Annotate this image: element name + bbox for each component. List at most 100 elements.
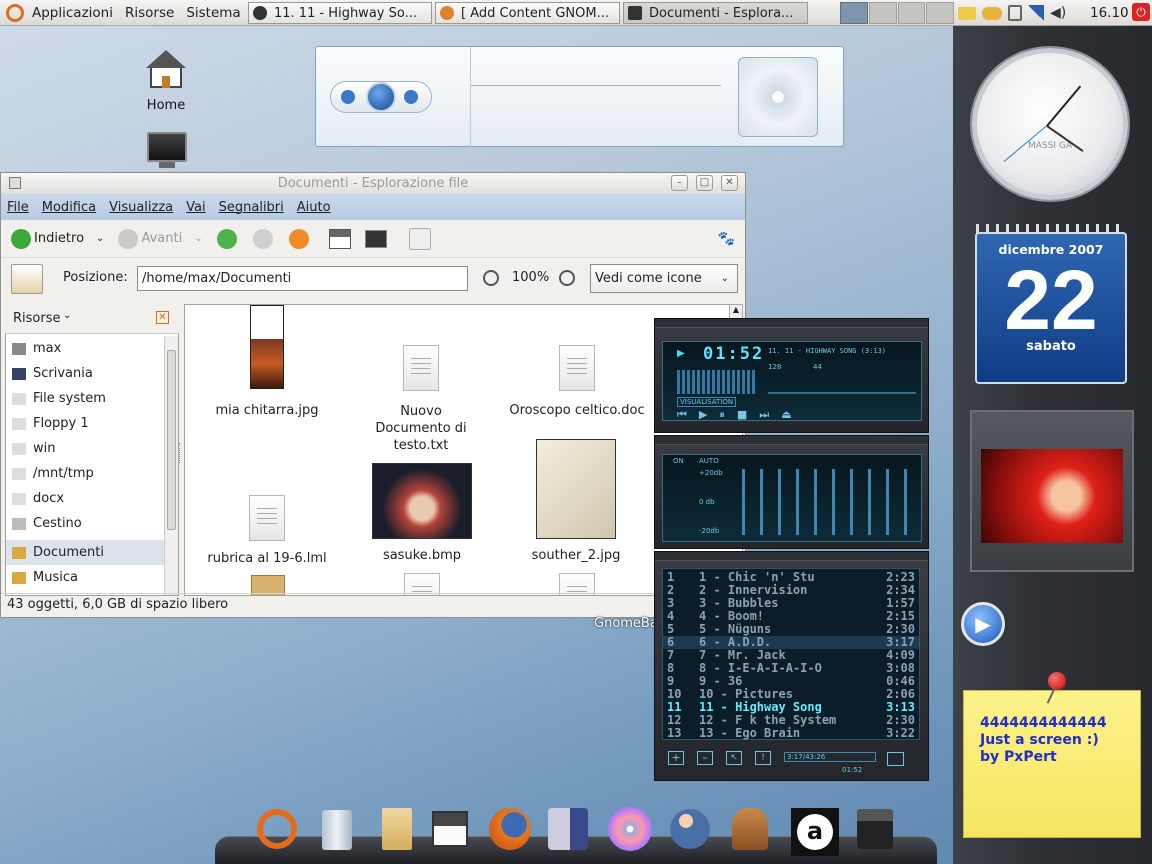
sidebar-item-floppy[interactable]: Floppy 1 bbox=[6, 411, 178, 436]
media-player-icon[interactable] bbox=[546, 806, 592, 852]
window-menu-icon[interactable] bbox=[9, 177, 21, 189]
menu-applications[interactable]: Applicazioni bbox=[26, 5, 119, 21]
maximize-button[interactable]: □ bbox=[696, 175, 713, 191]
stop-icon[interactable]: ■ bbox=[737, 408, 747, 422]
location-input[interactable]: /home/max/Documenti bbox=[137, 266, 468, 291]
window-titlebar[interactable]: Documenti - Esplorazione file – □ ✕ bbox=[1, 173, 745, 194]
sidebar-item-mnt-tmp[interactable]: /mnt/tmp bbox=[6, 461, 178, 486]
zoom-in-icon[interactable] bbox=[559, 270, 575, 286]
menu-file[interactable]: File bbox=[7, 200, 29, 215]
media-player-launcher-icon[interactable]: ▶ bbox=[961, 602, 1005, 646]
sidebar-item-trash[interactable]: Cestino bbox=[6, 511, 178, 536]
menu-help[interactable]: Aiuto bbox=[297, 200, 331, 215]
playlist-row[interactable]: 13 13 - Ego Brain 3:22 bbox=[663, 727, 919, 740]
menu-places[interactable]: Risorse bbox=[119, 5, 180, 21]
desktop-icon-home[interactable]: Home bbox=[138, 50, 194, 113]
key-icon[interactable] bbox=[982, 6, 1002, 20]
eq-auto-toggle[interactable]: AUTO bbox=[699, 457, 719, 465]
workspace-4[interactable] bbox=[926, 2, 954, 24]
calendar-gadget[interactable]: dicembre 2007 22 sabato bbox=[975, 232, 1127, 384]
back-button[interactable]: Indietro bbox=[34, 231, 84, 246]
file-item[interactable]: Oroscopo celtico.doc bbox=[497, 345, 657, 418]
documents-folder-icon[interactable] bbox=[374, 806, 420, 852]
power-icon[interactable]: ⏻ bbox=[1132, 3, 1150, 21]
menu-bookmarks[interactable]: Segnalibri bbox=[219, 200, 284, 215]
analog-clock-gadget[interactable]: MASSI GA bbox=[972, 48, 1128, 200]
home-icon[interactable] bbox=[427, 806, 473, 852]
sidebar-item-win[interactable]: win bbox=[6, 436, 178, 461]
taskbar-item-winamp[interactable]: 11. 11 - Highway So... bbox=[248, 2, 432, 24]
back-dropdown-icon[interactable]: ⌄ bbox=[96, 233, 104, 244]
sidebar-item-desktop[interactable]: Scrivania bbox=[6, 361, 178, 386]
sidebar-item-docx[interactable]: docx bbox=[6, 486, 178, 511]
aptana-icon[interactable]: a bbox=[791, 808, 839, 856]
forward-icon[interactable] bbox=[118, 228, 139, 249]
workspace-switcher[interactable] bbox=[840, 2, 954, 24]
home-icon[interactable] bbox=[328, 228, 351, 249]
forward-dropdown-icon[interactable]: ⌄ bbox=[194, 233, 202, 244]
previous-icon[interactable]: ⏮ bbox=[677, 408, 687, 422]
next-icon[interactable] bbox=[404, 90, 418, 104]
device-icon[interactable] bbox=[1008, 5, 1022, 21]
stop-icon[interactable] bbox=[252, 228, 273, 249]
eq-sliders[interactable] bbox=[735, 469, 915, 535]
file-item[interactable]: Nuovo Documento di testo.txt bbox=[341, 345, 501, 454]
clock-time[interactable]: 16.10 bbox=[1090, 5, 1129, 21]
trash-icon[interactable] bbox=[314, 806, 360, 852]
workspace-3[interactable] bbox=[897, 2, 926, 24]
computer-icon[interactable] bbox=[364, 229, 387, 248]
minimize-button[interactable]: – bbox=[671, 175, 688, 191]
sidebar-item-documents[interactable]: Documenti bbox=[6, 540, 178, 565]
search-icon[interactable] bbox=[408, 227, 431, 250]
view-mode-select[interactable]: Vedi come icone ⌄ bbox=[590, 264, 738, 293]
cd-burner-icon[interactable] bbox=[607, 806, 653, 852]
file-item[interactable]: mia chitarra.jpg bbox=[187, 305, 347, 418]
playlist-menu-icon[interactable] bbox=[887, 752, 904, 766]
firefox-icon[interactable] bbox=[487, 806, 533, 852]
spectrum-visualizer[interactable] bbox=[677, 370, 755, 394]
users-icon[interactable] bbox=[667, 806, 713, 852]
volume-icon[interactable]: ◀) bbox=[1050, 5, 1066, 21]
close-sidebar-icon[interactable]: ✕ bbox=[156, 311, 169, 324]
previous-icon[interactable] bbox=[341, 90, 355, 104]
menu-view[interactable]: Visualizza bbox=[109, 200, 173, 215]
sidebar-item-music[interactable]: Musica bbox=[6, 565, 178, 590]
up-icon[interactable] bbox=[216, 228, 237, 249]
reload-icon[interactable] bbox=[288, 228, 309, 249]
sidebar-header[interactable]: Risorse ⌄ ✕ bbox=[5, 304, 179, 334]
cd-icon[interactable] bbox=[738, 57, 818, 137]
photo-frame-gadget[interactable] bbox=[970, 410, 1134, 572]
folder-icon[interactable] bbox=[958, 6, 976, 20]
seek-bar[interactable] bbox=[768, 392, 916, 394]
workspace-2[interactable] bbox=[868, 2, 897, 24]
sidebar-scrollbar[interactable] bbox=[164, 336, 178, 595]
ubuntu-icon[interactable] bbox=[254, 806, 300, 852]
desktop-icon-computer[interactable] bbox=[136, 132, 198, 168]
taskbar-item-file-manager[interactable]: Documenti - Esplora... bbox=[623, 2, 808, 24]
pause-icon[interactable]: ⏸ bbox=[719, 408, 725, 422]
misc-icon[interactable]: ! bbox=[755, 751, 771, 765]
edit-location-icon[interactable] bbox=[11, 264, 43, 294]
network-signal-icon[interactable] bbox=[1028, 5, 1044, 21]
zoom-level[interactable]: 100% bbox=[512, 270, 549, 285]
remove-icon[interactable]: – bbox=[697, 751, 713, 765]
sidebar-item-filesystem[interactable]: File system bbox=[6, 386, 178, 411]
forward-button[interactable]: Avanti bbox=[141, 231, 182, 246]
menu-go[interactable]: Vai bbox=[186, 200, 205, 215]
back-icon[interactable] bbox=[11, 228, 31, 249]
add-icon[interactable]: + bbox=[668, 751, 684, 765]
eject-icon[interactable]: ⏏ bbox=[781, 408, 791, 422]
file-item[interactable]: souther_2.jpg bbox=[496, 439, 656, 563]
close-button[interactable]: ✕ bbox=[721, 175, 738, 191]
next-icon[interactable]: ⏭ bbox=[759, 408, 769, 422]
play-icon[interactable]: ▶ bbox=[699, 408, 707, 422]
ubuntu-logo-icon[interactable] bbox=[6, 3, 24, 22]
workspace-1[interactable] bbox=[840, 2, 868, 24]
play-icon[interactable] bbox=[366, 82, 396, 112]
file-item[interactable]: rubrica al 19-6.lml bbox=[187, 495, 347, 566]
select-icon[interactable]: ↖ bbox=[726, 751, 742, 765]
file-item[interactable]: sasuke.bmp bbox=[342, 463, 502, 563]
menu-edit[interactable]: Modifica bbox=[42, 200, 96, 215]
taskbar-item-firefox[interactable]: [ Add Content GNOM... bbox=[435, 2, 620, 24]
eq-on-toggle[interactable]: ON bbox=[673, 457, 684, 465]
